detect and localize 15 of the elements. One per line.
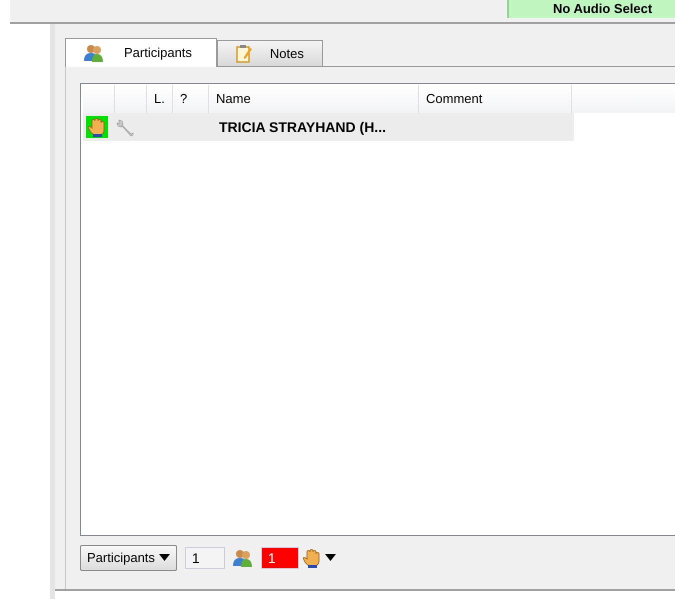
people-icon [84,44,104,62]
tab[interactable]: Notes [216,40,323,66]
people-icon [232,548,253,567]
audio-status: No Audio Select [507,0,675,18]
hand-menu-button[interactable] [302,548,336,568]
caret-icon [324,554,336,562]
tab[interactable]: Participants [65,38,217,67]
hand-count: 1 [260,546,299,569]
notepad-icon [236,44,252,62]
wrench-icon [116,117,136,137]
caret-icon [158,554,170,562]
view-dropdown[interactable]: Participants [80,545,177,570]
hand-icon [302,548,321,568]
participant-count: 1 [184,546,225,569]
name-cell-text: TRICIA STRAYHAND (H... [218,118,387,137]
